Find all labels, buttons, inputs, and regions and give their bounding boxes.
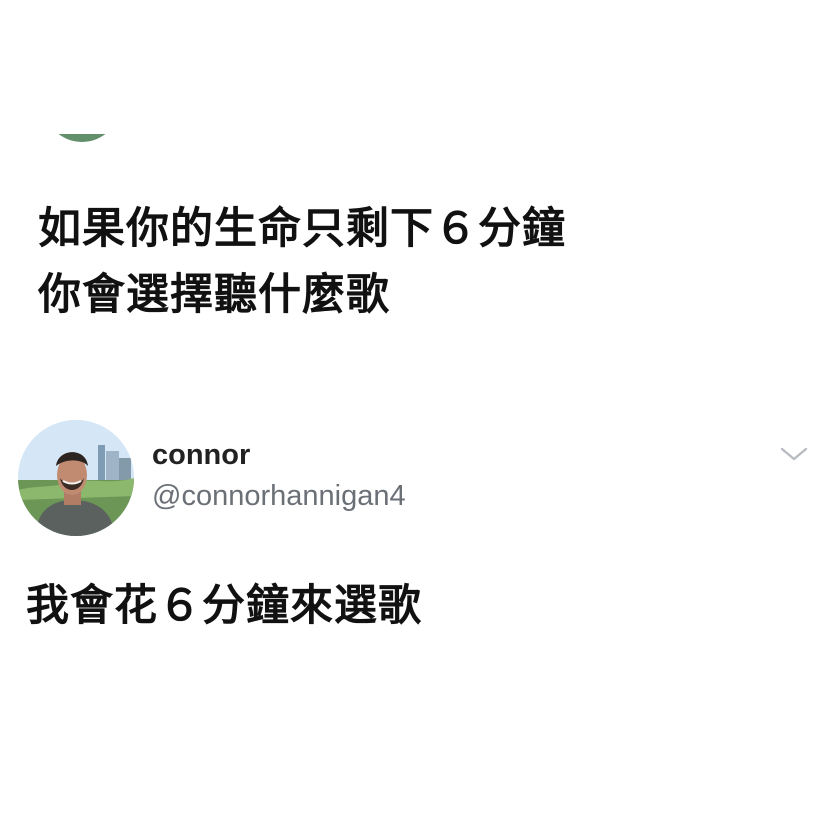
chevron-down-icon [779,445,809,467]
avatar[interactable] [18,420,134,536]
reply-text: 我會花６分鐘來選歌 [26,581,422,631]
previous-avatar-fragment [44,134,120,142]
question-line-1: 如果你的生命只剩下６分鐘 [38,204,566,254]
question-line-2: 你會選擇聽什麼歌 [38,270,390,320]
display-name[interactable]: connor [152,438,250,472]
post-question-text: 如果你的生命只剩下６分鐘 你會選擇聽什麼歌 [38,196,566,328]
reply-card: connor @connorhannigan4 我會花６分鐘來選歌 [18,418,810,668]
username-handle[interactable]: @connorhannigan4 [152,479,406,513]
more-options-button[interactable] [776,442,812,470]
